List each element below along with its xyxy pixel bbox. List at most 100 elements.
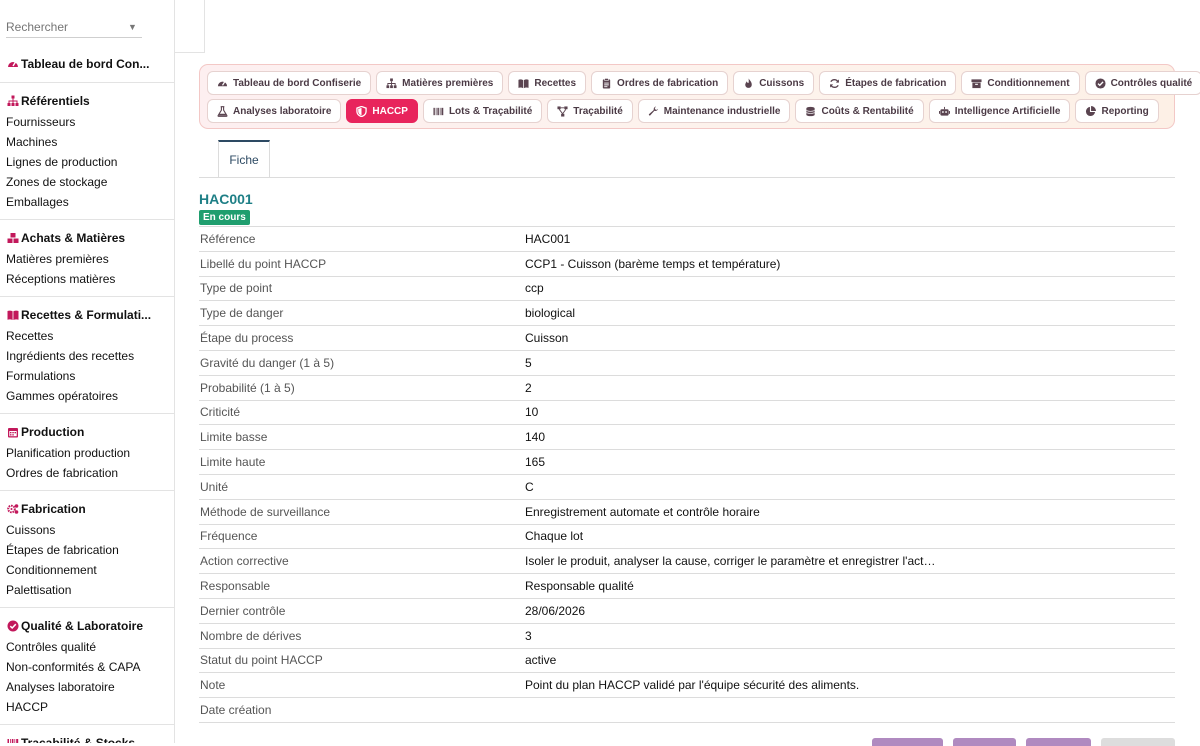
search-field[interactable]: ▼ (6, 16, 142, 38)
module-tab[interactable]: Reporting (1075, 99, 1159, 123)
detail-table: Référence HAC001 Libellé du point HACCP CCP… (199, 226, 1175, 723)
field-value: ccp (525, 281, 544, 296)
sidebar-item[interactable]: Formulations (6, 366, 174, 386)
field-value: 10 (525, 405, 539, 420)
module-tab-label: Maintenance industrielle (663, 105, 781, 117)
sidebar-item[interactable]: HACCP (6, 697, 174, 717)
sidebar-section-label: Traçabilité & Stocks (21, 735, 136, 744)
field-value: Cuisson (525, 331, 569, 346)
search-input[interactable] (6, 19, 124, 34)
sidebar-item[interactable]: Ingrédients des recettes (6, 346, 174, 366)
sidebar-section-title[interactable]: Référentiels (6, 92, 174, 109)
tab-fiche[interactable]: Fiche (218, 140, 270, 178)
field-value: C (525, 479, 534, 494)
sidebar-item[interactable]: Machines (6, 132, 174, 152)
sidebar-section-title[interactable]: Production (6, 423, 174, 440)
field-value: 3 (525, 628, 532, 643)
action-button-1[interactable] (872, 738, 943, 746)
book-icon (518, 78, 529, 89)
module-tab[interactable]: HACCP (346, 99, 418, 123)
field-label: Référence (200, 231, 256, 246)
sidebar-section-label: Production (21, 424, 85, 439)
module-tab[interactable]: Analyses laboratoire (207, 99, 342, 123)
action-button-2[interactable] (953, 738, 1016, 746)
gauge-icon (217, 78, 228, 89)
sidebar-section: Fabrication Cuissons Étapes de fabrication… (0, 491, 174, 608)
table-row: Gravité du danger (1 à 5) 5 (199, 351, 1175, 376)
module-tab[interactable]: Matières premières (376, 71, 504, 95)
barcode-icon (6, 736, 19, 743)
action-button-4[interactable] (1101, 738, 1175, 746)
sidebar-section-title[interactable]: Traçabilité & Stocks (6, 734, 174, 744)
module-tab-label: Ordres de fabrication (617, 77, 719, 89)
module-tab-label: Traçabilité (573, 105, 623, 117)
sidebar-item[interactable]: Lignes de production (6, 152, 174, 172)
sidebar-section-title[interactable]: Qualité & Laboratoire (6, 617, 174, 634)
sidebar-section-title[interactable]: Recettes & Formulati... (6, 306, 174, 323)
module-tab[interactable]: Tableau de bord Confiserie (207, 71, 372, 95)
field-value: active (525, 653, 557, 668)
sidebar-item[interactable]: Planification production (6, 443, 174, 463)
table-row: Méthode de surveillance Enregistrement au… (199, 500, 1175, 525)
sidebar-item[interactable]: Contrôles qualité (6, 637, 174, 657)
module-tab[interactable]: Ordres de fabrication (591, 71, 729, 95)
module-tab[interactable]: Conditionnement (961, 71, 1080, 95)
field-value: HAC001 (525, 231, 571, 246)
module-tab[interactable]: Étapes de fabrication (819, 71, 957, 95)
sidebar-item[interactable]: Zones de stockage (6, 172, 174, 192)
module-tab-label: Intelligence Artificielle (954, 105, 1061, 117)
field-value: Isoler le produit, analyser la cause, co… (525, 554, 936, 569)
sidebar-item[interactable]: Réceptions matières (6, 269, 174, 289)
module-tab[interactable]: Coûts & Rentabilité (795, 99, 924, 123)
book-icon (6, 308, 19, 321)
sidebar-item[interactable]: Conditionnement (6, 560, 174, 580)
sidebar-section-title[interactable]: Fabrication (6, 500, 174, 517)
sidebar-item[interactable]: Recettes (6, 326, 174, 346)
table-row: Unité C (199, 475, 1175, 500)
module-tab[interactable]: Maintenance industrielle (637, 99, 791, 123)
sidebar-section-label: Recettes & Formulati... (21, 307, 152, 322)
fire-icon (743, 77, 754, 89)
field-label: Type de danger (200, 306, 284, 321)
sitemap-icon (386, 77, 397, 89)
sidebar-item[interactable]: Emballages (6, 192, 174, 212)
field-label: Dernier contrôle (200, 603, 286, 618)
sidebar-item[interactable]: Fournisseurs (6, 112, 174, 132)
sidebar-section-title[interactable]: Achats & Matières (6, 229, 174, 246)
field-label: Action corrective (200, 554, 289, 569)
sidebar-item-dashboard[interactable]: Tableau de bord Con... (6, 55, 174, 72)
sidebar-item[interactable]: Cuissons (6, 520, 174, 540)
module-tab[interactable]: Lots & Traçabilité (422, 99, 543, 123)
sidebar-item[interactable]: Ordres de fabrication (6, 463, 174, 483)
module-tab-label: Matières premières (402, 77, 494, 89)
sidebar-section: Production Planification production Ordres… (0, 414, 174, 491)
module-tab[interactable]: Recettes (508, 71, 587, 95)
table-row: Responsable Responsable qualité (199, 574, 1175, 599)
header-spacer (175, 0, 205, 53)
sidebar-item[interactable]: Analyses laboratoire (6, 677, 174, 697)
sidebar-item[interactable]: Non-conformités & CAPA (6, 657, 174, 677)
field-label: Étape du process (200, 331, 294, 346)
action-button-3[interactable] (1026, 738, 1091, 746)
field-value: 165 (525, 455, 546, 470)
field-value: Enregistrement automate et contrôle hora… (525, 504, 760, 519)
module-tab[interactable]: Cuissons (733, 71, 815, 95)
sidebar-item[interactable]: Gammes opératoires (6, 386, 174, 406)
module-tab[interactable]: Intelligence Artificielle (928, 99, 1071, 123)
boxes-icon (6, 231, 19, 244)
field-value: CCP1 - Cuisson (barème temps et températ… (525, 256, 781, 271)
pie-chart-icon (1085, 105, 1097, 117)
sidebar-item[interactable]: Matières premières (6, 249, 174, 269)
module-tab-label: Lots & Traçabilité (448, 105, 533, 117)
field-label: Fréquence (200, 529, 258, 544)
sidebar-item[interactable]: Étapes de fabrication (6, 540, 174, 560)
sidebar-item[interactable]: Palettisation (6, 580, 174, 600)
calendar-icon (6, 425, 19, 438)
field-value: 140 (525, 430, 546, 445)
module-tab[interactable]: Contrôles qualité (1084, 71, 1200, 95)
module-tab-label: Étapes de fabrication (845, 77, 947, 89)
chevron-down-icon[interactable]: ▼ (128, 22, 137, 32)
sidebar-section-label: Achats & Matières (21, 230, 126, 245)
flask-icon (217, 105, 228, 117)
module-tab[interactable]: Traçabilité (547, 99, 633, 123)
